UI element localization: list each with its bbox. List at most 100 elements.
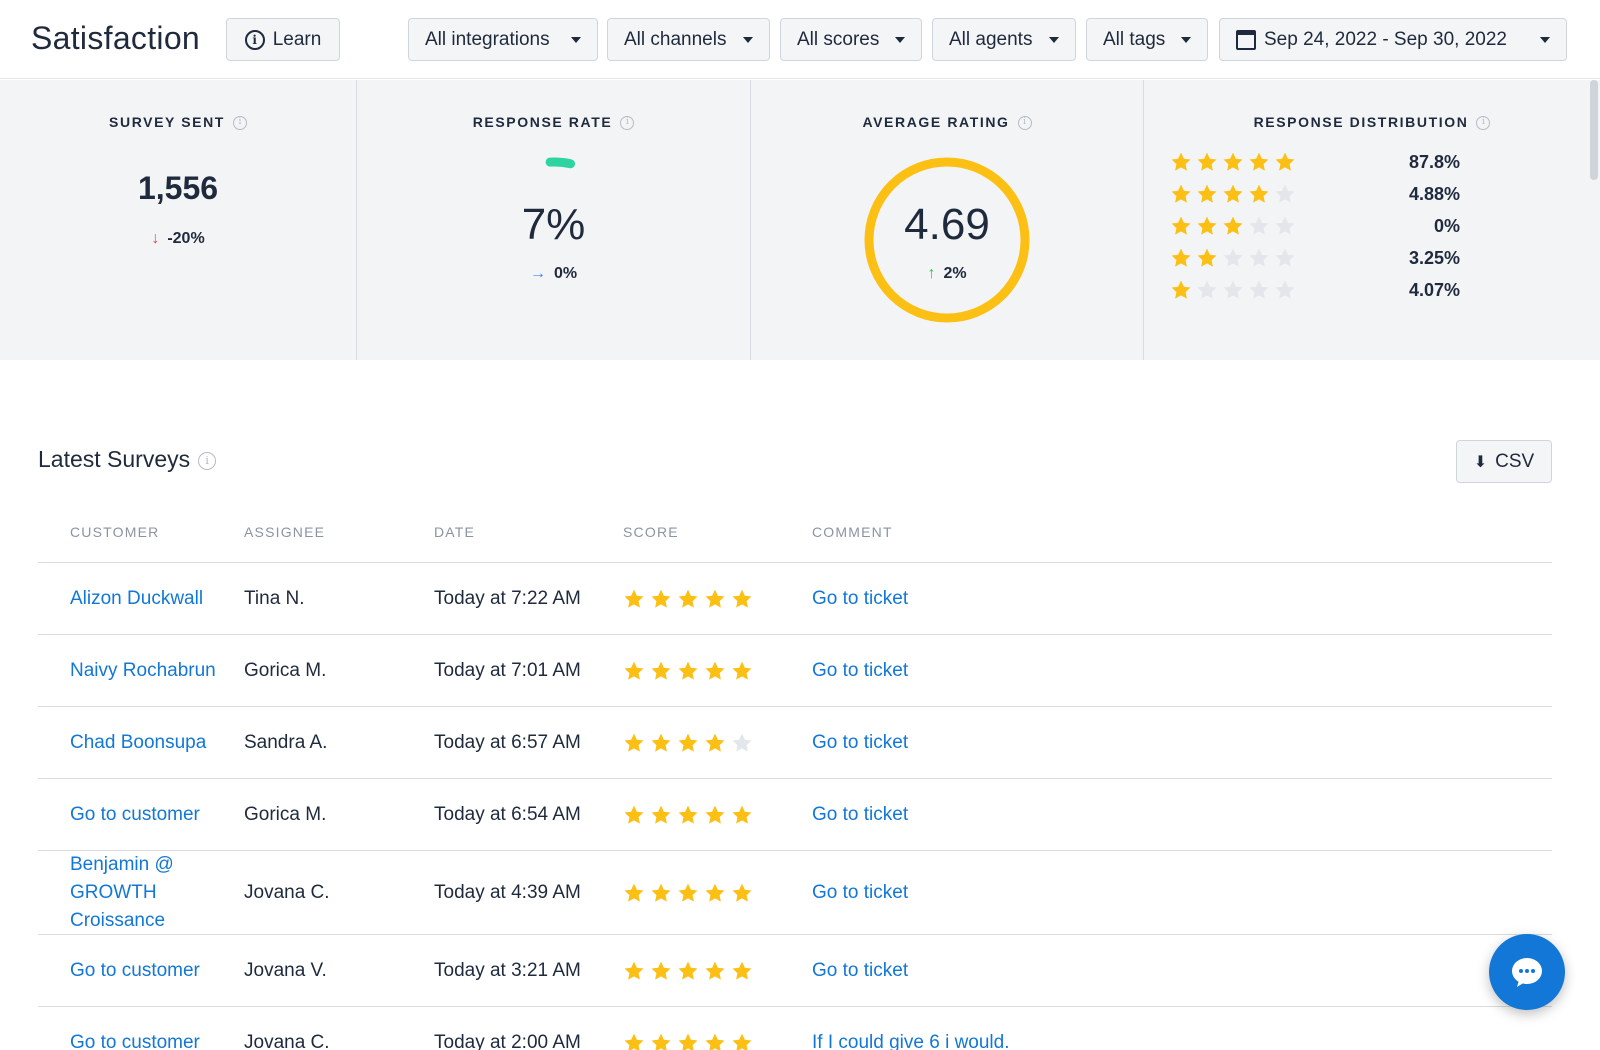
- customer-link[interactable]: Alizon Duckwall: [70, 585, 230, 613]
- star-empty-icon: [1223, 248, 1243, 267]
- star-filled-icon: [678, 661, 698, 680]
- learn-label: Learn: [272, 28, 322, 50]
- star-filled-icon: [732, 661, 752, 680]
- table-header: CUSTOMER ASSIGNEE DATE SCORE COMMENT: [38, 510, 1552, 563]
- assignee-name: Sandra A.: [244, 731, 328, 753]
- table-row[interactable]: Chad Boonsupa Sandra A. Today at 6:57 AM Go…: [38, 707, 1552, 779]
- stat-label: SURVEY SENT i: [0, 114, 356, 131]
- info-icon[interactable]: i: [232, 116, 247, 131]
- customer-link[interactable]: Go to customer: [70, 1029, 230, 1050]
- star-filled-icon: [678, 733, 698, 752]
- survey-date: Today at 7:22 AM: [434, 587, 581, 609]
- table-row[interactable]: Benjamin @ GROWTH Croissance Jovana C. Tod…: [38, 851, 1552, 935]
- arrow-up-icon: ↑: [927, 265, 936, 282]
- download-icon: ⬇: [1473, 453, 1488, 471]
- star-filled-icon: [1171, 152, 1191, 171]
- csv-download-button[interactable]: ⬇ CSV: [1456, 440, 1552, 483]
- star-filled-icon: [651, 805, 671, 824]
- star-filled-icon: [651, 1033, 671, 1050]
- star-filled-icon: [624, 589, 644, 608]
- comment-link[interactable]: Go to ticket: [812, 729, 908, 757]
- column-header[interactable]: DATE: [434, 524, 475, 540]
- star-filled-icon: [732, 805, 752, 824]
- filter-integrations[interactable]: All integrations: [408, 18, 598, 61]
- stats-panel: SURVEY SENT i 1,556 ↓ -20% RESPONSE RATE i …: [0, 80, 1600, 360]
- column-header[interactable]: ASSIGNEE: [244, 524, 325, 540]
- table-row[interactable]: Go to customer Jovana V. Today at 3:21 AM G…: [38, 935, 1552, 1007]
- score-stars: [623, 882, 753, 904]
- stat-value: 4.69: [904, 200, 990, 249]
- filter-label: All channels: [624, 28, 727, 50]
- star-filled-icon: [678, 961, 698, 980]
- scrollbar-thumb[interactable]: [1590, 80, 1598, 180]
- caret-down-icon: [1049, 36, 1059, 43]
- comment-link[interactable]: Go to ticket: [812, 657, 908, 685]
- star-filled-icon: [1249, 184, 1269, 203]
- comment-link[interactable]: Go to ticket: [812, 585, 908, 613]
- assignee-name: Gorica M.: [244, 803, 327, 825]
- star-filled-icon: [1249, 152, 1269, 171]
- comment-link[interactable]: Go to ticket: [812, 957, 908, 985]
- assignee-name: Gorica M.: [244, 659, 327, 681]
- stat-delta: ↑ 2%: [927, 265, 967, 282]
- distribution-row: 0%: [1170, 214, 1460, 238]
- filter-label: All agents: [949, 28, 1033, 50]
- customer-link[interactable]: Benjamin @ GROWTH Croissance: [70, 851, 230, 935]
- comment-link[interactable]: Go to ticket: [812, 801, 908, 829]
- customer-link[interactable]: Naivy Rochabrun: [70, 657, 230, 685]
- comment-link[interactable]: Go to ticket: [812, 879, 908, 907]
- comment-link[interactable]: If I could give 6 i would.: [812, 1029, 1010, 1050]
- filter-tags[interactable]: All tags: [1086, 18, 1208, 61]
- column-header[interactable]: CUSTOMER: [70, 524, 159, 540]
- customer-link[interactable]: Chad Boonsupa: [70, 729, 230, 757]
- stat-delta: → 0%: [529, 265, 578, 282]
- info-icon[interactable]: i: [1476, 116, 1491, 131]
- csv-label: CSV: [1495, 450, 1535, 472]
- filter-agents[interactable]: All agents: [932, 18, 1076, 61]
- star-filled-icon: [624, 661, 644, 680]
- caret-down-icon: [571, 36, 581, 43]
- star-filled-icon: [732, 883, 752, 902]
- assignee-name: Jovana C.: [244, 881, 330, 903]
- table-row[interactable]: Go to customer Jovana C. Today at 2:00 AM I…: [38, 1007, 1552, 1050]
- stat-label: RESPONSE DISTRIBUTION i: [1144, 114, 1600, 131]
- table-row[interactable]: Naivy Rochabrun Gorica M. Today at 7:01 AM…: [38, 635, 1552, 707]
- distribution-percent: 4.88%: [1408, 183, 1460, 204]
- star-empty-icon: [1249, 248, 1269, 267]
- star-filled-icon: [1197, 216, 1217, 235]
- rating-stars: [1170, 279, 1296, 301]
- chat-bubble-icon: [1512, 958, 1542, 987]
- star-filled-icon: [678, 1033, 698, 1050]
- info-icon[interactable]: i: [198, 451, 217, 470]
- star-filled-icon: [1223, 216, 1243, 235]
- customer-link[interactable]: Go to customer: [70, 957, 230, 985]
- filter-scores[interactable]: All scores: [780, 18, 922, 61]
- date-range-picker[interactable]: Sep 24, 2022 - Sep 30, 2022: [1219, 18, 1567, 61]
- star-filled-icon: [705, 733, 725, 752]
- stat-value: 1,556: [137, 170, 219, 206]
- star-empty-icon: [1249, 280, 1269, 299]
- distribution-row: 87.8%: [1170, 150, 1460, 174]
- star-empty-icon: [1275, 216, 1295, 235]
- survey-date: Today at 4:39 AM: [434, 881, 581, 903]
- customer-link[interactable]: Go to customer: [70, 801, 230, 829]
- star-filled-icon: [678, 883, 698, 902]
- surveys-table: CUSTOMER ASSIGNEE DATE SCORE COMMENT Ali…: [38, 510, 1552, 1050]
- page-title: Satisfaction: [31, 20, 201, 56]
- star-empty-icon: [1249, 216, 1269, 235]
- survey-date: Today at 6:54 AM: [434, 803, 581, 825]
- learn-button[interactable]: i Learn: [226, 18, 340, 61]
- table-row[interactable]: Alizon Duckwall Tina N. Today at 7:22 AM Go…: [38, 563, 1552, 635]
- table-row[interactable]: Go to customer Gorica M. Today at 6:54 AM G…: [38, 779, 1552, 851]
- filter-channels[interactable]: All channels: [607, 18, 770, 61]
- column-header[interactable]: SCORE: [623, 524, 679, 540]
- stat-average-rating: AVERAGE RATING i 4.69 ↑ 2%: [751, 80, 1144, 360]
- star-filled-icon: [624, 733, 644, 752]
- column-header[interactable]: COMMENT: [812, 524, 893, 540]
- star-filled-icon: [732, 589, 752, 608]
- calendar-icon: [1236, 29, 1256, 50]
- filter-label: All integrations: [425, 28, 550, 50]
- rating-stars: [1170, 215, 1296, 237]
- chat-launcher-button[interactable]: [1489, 934, 1565, 1010]
- star-filled-icon: [1197, 184, 1217, 203]
